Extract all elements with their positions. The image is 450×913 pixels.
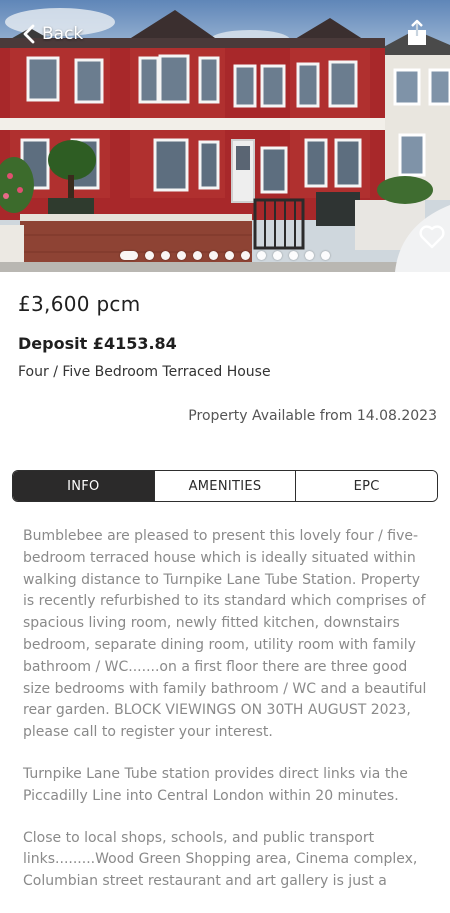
share-button[interactable] <box>404 18 430 48</box>
pager-dot[interactable] <box>241 251 250 260</box>
favorite-button[interactable] <box>418 224 448 254</box>
tab-amenities[interactable]: AMENITIES <box>153 471 296 501</box>
pager-dot[interactable] <box>257 251 266 260</box>
pager-dot[interactable] <box>273 251 282 260</box>
detail-tabs: INFO AMENITIES EPC <box>12 470 438 502</box>
pager-dot[interactable] <box>177 251 186 260</box>
chevron-left-icon <box>23 24 35 44</box>
property-description: Bumblebee are pleased to present this lo… <box>23 526 435 913</box>
pager-dot[interactable] <box>321 251 330 260</box>
share-icon <box>408 19 426 45</box>
pager-dot[interactable] <box>193 251 202 260</box>
tab-info[interactable]: INFO <box>13 471 154 501</box>
back-button[interactable]: Back <box>22 20 83 48</box>
pager-dot[interactable] <box>225 251 234 260</box>
pager-dot[interactable] <box>209 251 218 260</box>
property-photo[interactable]: Back <box>0 0 450 272</box>
rent-price: £3,600 pcm <box>18 292 141 316</box>
pager-dot[interactable] <box>120 251 138 260</box>
pager-dot[interactable] <box>161 251 170 260</box>
back-button-label: Back <box>42 24 84 44</box>
description-paragraph: Turnpike Lane Tube station provides dire… <box>23 765 408 804</box>
heart-outline-icon <box>419 225 445 249</box>
property-type: Four / Five Bedroom Terraced House <box>18 364 271 380</box>
pager-dot[interactable] <box>289 251 298 260</box>
description-paragraph: Bumblebee are pleased to present this lo… <box>23 528 427 741</box>
availability-date: Property Available from 14.08.2023 <box>188 408 437 424</box>
pager-dot[interactable] <box>305 251 314 260</box>
pager-dot[interactable] <box>145 251 154 260</box>
description-paragraph: Close to local shops, schools, and publi… <box>23 829 418 890</box>
photo-pager[interactable] <box>0 251 450 260</box>
tab-epc[interactable]: EPC <box>295 471 437 501</box>
deposit-amount: Deposit £4153.84 <box>18 334 177 353</box>
